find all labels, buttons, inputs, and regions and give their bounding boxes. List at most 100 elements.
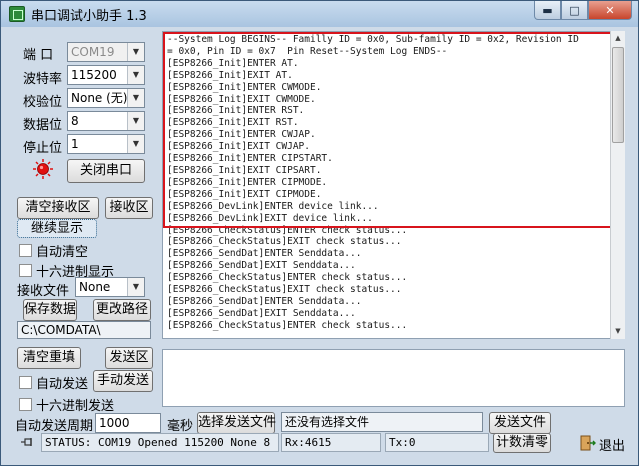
exit-button[interactable]: 退出: [599, 435, 625, 454]
databits-select[interactable]: 8 ▼: [67, 111, 145, 131]
file-status-field: 还没有选择文件: [281, 412, 483, 432]
log-line: [ESP8266_CheckStatus]ENTER check status.…: [167, 224, 408, 236]
log-line: --System Log BEGINS-- Familly ID = 0x0, …: [167, 34, 579, 45]
log-line: [ESP8266_DevLink]ENTER device link...: [167, 200, 379, 212]
databits-value: 8: [71, 114, 79, 128]
log-line: [ESP8266_Init]EXIT AT.: [167, 69, 293, 81]
log-line: [ESP8266_Init]ENTER AT.: [167, 57, 299, 69]
minimize-icon: ▬: [542, 3, 553, 17]
log-line: [ESP8266_SendDat]EXIT Senddata...: [167, 260, 356, 272]
save-path-field: C:\COMDATA\: [17, 321, 151, 339]
auto-send-checkbox[interactable]: 自动发送: [19, 373, 88, 392]
clear-receive-button[interactable]: 清空接收区: [17, 197, 99, 219]
parity-value: None (无): [71, 91, 128, 105]
auto-send-label: 自动发送: [36, 377, 89, 392]
choose-send-file-button[interactable]: 选择发送文件: [197, 412, 276, 434]
scroll-up-icon[interactable]: ▲: [611, 31, 625, 46]
stopbits-label: 停止位: [23, 141, 63, 156]
count-clear-button[interactable]: 计数清零: [493, 433, 551, 453]
receive-file-value: None: [79, 280, 111, 294]
save-data-button[interactable]: 保存数据: [23, 299, 77, 321]
parity-select[interactable]: None (无) ▼: [67, 88, 145, 108]
chevron-down-icon: ▼: [127, 278, 144, 296]
ms-label: 毫秒: [167, 419, 194, 434]
log-line: [ESP8266_Init]ENTER CWJAP.: [167, 129, 316, 141]
log-line: [ESP8266_SendDat]ENTER Senddata...: [167, 248, 362, 260]
app-icon: [9, 6, 25, 22]
databits-label: 数据位: [23, 118, 63, 133]
log-line: [ESP8266_Init]EXIT CWJAP.: [167, 141, 310, 153]
log-line: = 0x0, Pin ID = 0x7 Pin Reset--System Lo…: [167, 45, 448, 57]
receive-file-label: 接收文件: [17, 284, 70, 299]
close-icon: ✕: [605, 3, 615, 17]
port-select[interactable]: COM19 ▼: [67, 42, 145, 62]
send-period-label: 自动发送周期: [15, 419, 94, 434]
rx-counter: Rx:4615: [281, 433, 381, 452]
receive-textarea[interactable]: --System Log BEGINS-- Familly ID = 0x0, …: [162, 31, 625, 339]
send-file-button[interactable]: 发送文件: [489, 412, 551, 434]
hex-send-checkbox[interactable]: 十六进制发送: [19, 395, 114, 414]
main-window: 串口调试小助手 1.3 ▬ □ ✕ 端 口 COM19 ▼ 波特率 115200…: [0, 0, 639, 466]
stopbits-select[interactable]: 1 ▼: [67, 134, 145, 154]
continue-display-button[interactable]: 继续显示: [17, 219, 97, 238]
log-line: [ESP8266_CheckStatus]ENTER check status.…: [167, 272, 408, 284]
status-bar: STATUS: COM19 Opened 115200 None 8 1 Rx:…: [15, 433, 489, 452]
auto-clear-label: 自动清空: [36, 245, 89, 260]
log-line: [ESP8266_Init]EXIT CIPSART.: [167, 164, 322, 176]
baud-label: 波特率: [23, 72, 63, 87]
log-line: [ESP8266_Init]EXIT CWMODE.: [167, 93, 316, 105]
log-line: [ESP8266_Init]ENTER CIPMODE.: [167, 176, 328, 188]
chevron-down-icon: ▼: [127, 66, 144, 84]
baud-value: 115200: [71, 68, 117, 82]
receive-area-button[interactable]: 接收区: [105, 197, 153, 219]
chevron-down-icon: ▼: [127, 89, 144, 107]
log-line: [ESP8266_Init]EXIT CIPMODE.: [167, 188, 322, 200]
title-bar[interactable]: 串口调试小助手 1.3 ▬ □ ✕: [1, 1, 638, 27]
log-line: [ESP8266_SendDat]EXIT Senddata...: [167, 307, 356, 319]
status-text: STATUS: COM19 Opened 115200 None 8 1: [41, 433, 279, 452]
log-line: [ESP8266_CheckStatus]EXIT check status..…: [167, 284, 402, 296]
clear-send-button[interactable]: 清空重填: [17, 347, 81, 369]
scroll-down-icon[interactable]: ▼: [611, 324, 625, 339]
checkbox-box: [19, 398, 32, 411]
hex-send-label: 十六进制发送: [36, 399, 115, 414]
maximize-button[interactable]: □: [561, 1, 588, 20]
checkbox-box: [19, 264, 32, 277]
auto-clear-checkbox[interactable]: 自动清空: [19, 241, 88, 260]
manual-send-button[interactable]: 手动发送: [93, 370, 153, 392]
scroll-thumb[interactable]: [612, 47, 624, 143]
log-line: [ESP8266_CheckStatus]ENTER check status.…: [167, 319, 408, 331]
log-line: [ESP8266_Init]EXIT RST.: [167, 117, 299, 129]
log-line: [ESP8266_CheckStatus]EXIT check status..…: [167, 236, 402, 248]
chevron-down-icon: ▼: [127, 112, 144, 130]
minimize-button[interactable]: ▬: [534, 1, 561, 20]
close-button[interactable]: ✕: [588, 1, 632, 20]
port-label: 端 口: [23, 48, 54, 63]
port-status-led-icon: [33, 159, 53, 179]
receive-log: --System Log BEGINS-- Familly ID = 0x0, …: [167, 34, 579, 332]
receive-file-select[interactable]: None ▼: [75, 277, 145, 297]
maximize-icon: □: [569, 3, 580, 17]
checkbox-box: [19, 244, 32, 257]
chevron-down-icon: ▼: [127, 43, 144, 61]
send-textarea[interactable]: [162, 349, 625, 407]
log-line: [ESP8266_Init]ENTER CIPSTART.: [167, 153, 333, 165]
log-line: [ESP8266_DevLink]EXIT device link...: [167, 212, 373, 224]
parity-label: 校验位: [23, 95, 63, 110]
log-line: [ESP8266_Init]ENTER CWMODE.: [167, 81, 322, 93]
baud-select[interactable]: 115200 ▼: [67, 65, 145, 85]
exit-icon[interactable]: [578, 434, 596, 452]
log-line: [ESP8266_SendDat]ENTER Senddata...: [167, 295, 362, 307]
port-value: COM19: [71, 45, 115, 59]
send-area-button[interactable]: 发送区: [105, 347, 153, 369]
send-period-input[interactable]: 1000: [95, 413, 161, 433]
tx-counter: Tx:0: [385, 433, 489, 452]
log-line: [ESP8266_Init]ENTER RST.: [167, 105, 305, 117]
close-port-button[interactable]: 关闭串口: [67, 159, 145, 183]
checkbox-box: [19, 376, 32, 389]
change-path-button[interactable]: 更改路径: [93, 299, 151, 321]
receive-scrollbar[interactable]: ▲ ▼: [610, 31, 625, 339]
stopbits-value: 1: [71, 137, 79, 151]
chevron-down-icon: ▼: [127, 135, 144, 153]
window-controls: ▬ □ ✕: [534, 1, 632, 20]
